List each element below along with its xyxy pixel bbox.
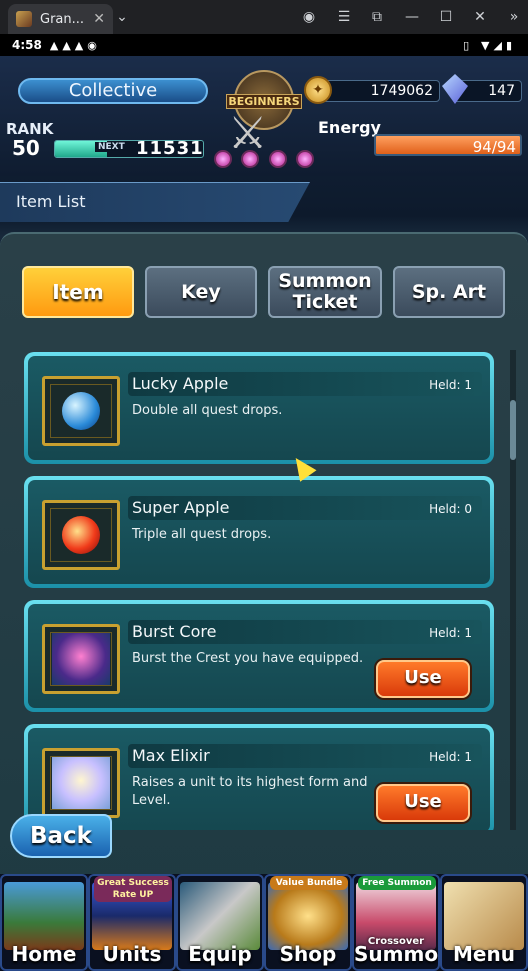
nav-menu-label: Menu bbox=[453, 942, 515, 966]
next-exp-value: 11531 bbox=[136, 138, 204, 159]
summon-badge: Free Summon bbox=[358, 876, 436, 890]
item-description: Burst the Crest you have equipped. bbox=[132, 651, 364, 666]
profile-icon[interactable]: ◉ bbox=[300, 8, 318, 26]
item-card: Lucky Apple Held: 1 Double all quest dro… bbox=[28, 356, 490, 460]
nav-equip[interactable]: Equip bbox=[176, 874, 264, 971]
list-scrollbar[interactable] bbox=[510, 350, 516, 830]
coin-icon: ✦ bbox=[304, 76, 332, 104]
nav-shop[interactable]: Value Bundle Shop bbox=[264, 874, 352, 971]
list-item[interactable]: Lucky Apple Held: 1 Double all quest dro… bbox=[24, 352, 494, 464]
shop-badge: Value Bundle bbox=[270, 876, 348, 890]
tab-sp-art-label: Sp. Art bbox=[411, 280, 487, 303]
tab-summon-ticket-label: Summon Ticket bbox=[278, 270, 372, 313]
item-icon-frame bbox=[42, 500, 120, 570]
bottom-nav: Home Great Success Rate UP Units Equip V… bbox=[0, 874, 528, 971]
beginners-emblem[interactable]: ⚔ BEGINNERS bbox=[214, 64, 314, 174]
nav-equip-label: Equip bbox=[188, 942, 252, 966]
menu-book-icon bbox=[444, 882, 524, 950]
nav-units-label: Units bbox=[102, 942, 162, 966]
system-icons: ▯ ▼◢▮ bbox=[463, 38, 516, 52]
chevron-down-icon[interactable]: ⌄ bbox=[113, 8, 131, 26]
item-description: Triple all quest drops. bbox=[132, 527, 272, 542]
browser-tab[interactable]: Gran... ✕ bbox=[8, 4, 113, 34]
status-time: 4:58 bbox=[12, 38, 42, 52]
shop-chest-icon bbox=[268, 882, 348, 950]
list-item[interactable]: Burst Core Held: 1 Burst the Crest you h… bbox=[24, 600, 494, 712]
item-card: Super Apple Held: 0 Triple all quest dro… bbox=[28, 480, 490, 584]
notification-icons: ▲▲▲◉ bbox=[49, 38, 101, 52]
energy-value: 94/94 bbox=[472, 138, 516, 156]
item-description: Raises a unit to its highest form and Le… bbox=[132, 775, 368, 808]
status-bar: 4:58 ▲▲▲◉ ▯ ▼◢▮ bbox=[0, 34, 528, 56]
tab-title: Gran... bbox=[40, 11, 85, 27]
tab-sp-art[interactable]: Sp. Art bbox=[393, 266, 505, 318]
game-favicon-icon bbox=[16, 11, 32, 27]
item-held-count: Held: 1 bbox=[429, 378, 472, 392]
equip-sword-icon bbox=[180, 882, 260, 950]
menu-icon[interactable]: ☰ bbox=[335, 8, 353, 26]
item-list[interactable]: Lucky Apple Held: 1 Double all quest dro… bbox=[22, 350, 496, 830]
tab-key-label: Key bbox=[181, 280, 221, 303]
item-icon-frame bbox=[42, 376, 120, 446]
nav-shop-label: Shop bbox=[279, 942, 337, 966]
tab-item[interactable]: Item bbox=[22, 266, 134, 318]
nav-menu[interactable]: Menu bbox=[440, 874, 528, 971]
player-name: Collective bbox=[18, 78, 208, 104]
rank-value: 50 bbox=[12, 136, 40, 160]
tab-summon-ticket[interactable]: Summon Ticket bbox=[268, 266, 382, 318]
browser-titlebar: Gran... ✕ ⌄ ◉ ☰ ⧉ — ☐ ✕ » bbox=[0, 0, 528, 34]
minimize-icon[interactable]: — bbox=[403, 8, 421, 26]
max-elixir-icon bbox=[52, 757, 110, 809]
orb-row bbox=[214, 150, 314, 168]
close-window-icon[interactable]: ✕ bbox=[471, 8, 489, 26]
burst-core-icon bbox=[52, 633, 110, 685]
use-button[interactable]: Use bbox=[376, 660, 470, 698]
red-apple-icon bbox=[62, 516, 100, 554]
tab-key[interactable]: Key bbox=[145, 266, 257, 318]
units-badge: Great Success Rate UP bbox=[94, 876, 172, 902]
nav-summon-label: Summon bbox=[354, 942, 439, 966]
home-icon bbox=[4, 882, 84, 950]
scroll-thumb[interactable] bbox=[510, 400, 516, 460]
extension-icon[interactable]: ⧉ bbox=[368, 8, 386, 26]
next-label: NEXT bbox=[95, 142, 128, 152]
orb-icon bbox=[268, 150, 287, 168]
energy-label: Energy bbox=[318, 118, 381, 137]
orb-icon bbox=[295, 150, 314, 168]
nav-units[interactable]: Great Success Rate UP Units bbox=[88, 874, 176, 971]
item-description: Double all quest drops. bbox=[132, 403, 283, 418]
orb-icon bbox=[214, 150, 232, 168]
item-name: Max Elixir bbox=[132, 746, 210, 765]
item-card: Burst Core Held: 1 Burst the Crest you h… bbox=[28, 604, 490, 708]
emblem-banner: BEGINNERS bbox=[226, 94, 302, 109]
game-screen: Collective ⚔ BEGINNERS 1749062 ✦ 147 RAN… bbox=[0, 56, 528, 971]
item-held-count: Held: 0 bbox=[429, 502, 472, 516]
item-name: Burst Core bbox=[132, 622, 217, 641]
list-item[interactable]: Super Apple Held: 0 Triple all quest dro… bbox=[24, 476, 494, 588]
nav-home-label: Home bbox=[11, 942, 77, 966]
nav-summon[interactable]: Free Summon Crossover Summon bbox=[352, 874, 440, 971]
orb-icon bbox=[241, 150, 260, 168]
back-button[interactable]: Back bbox=[10, 814, 112, 858]
item-held-count: Held: 1 bbox=[429, 626, 472, 640]
tab-item-label: Item bbox=[52, 279, 104, 304]
page-title: Item List bbox=[16, 192, 86, 211]
item-icon-frame bbox=[42, 624, 120, 694]
item-icon-frame bbox=[42, 748, 120, 818]
nav-home[interactable]: Home bbox=[0, 874, 88, 971]
item-name: Lucky Apple bbox=[132, 374, 229, 393]
item-held-count: Held: 1 bbox=[429, 750, 472, 764]
close-tab-icon[interactable]: ✕ bbox=[93, 11, 105, 27]
double-chevron-icon[interactable]: » bbox=[505, 8, 523, 26]
maximize-icon[interactable]: ☐ bbox=[437, 8, 455, 26]
game-header: Collective ⚔ BEGINNERS 1749062 ✦ 147 RAN… bbox=[0, 56, 528, 176]
item-name: Super Apple bbox=[132, 498, 230, 517]
blue-apple-icon bbox=[62, 392, 100, 430]
use-button[interactable]: Use bbox=[376, 784, 470, 822]
